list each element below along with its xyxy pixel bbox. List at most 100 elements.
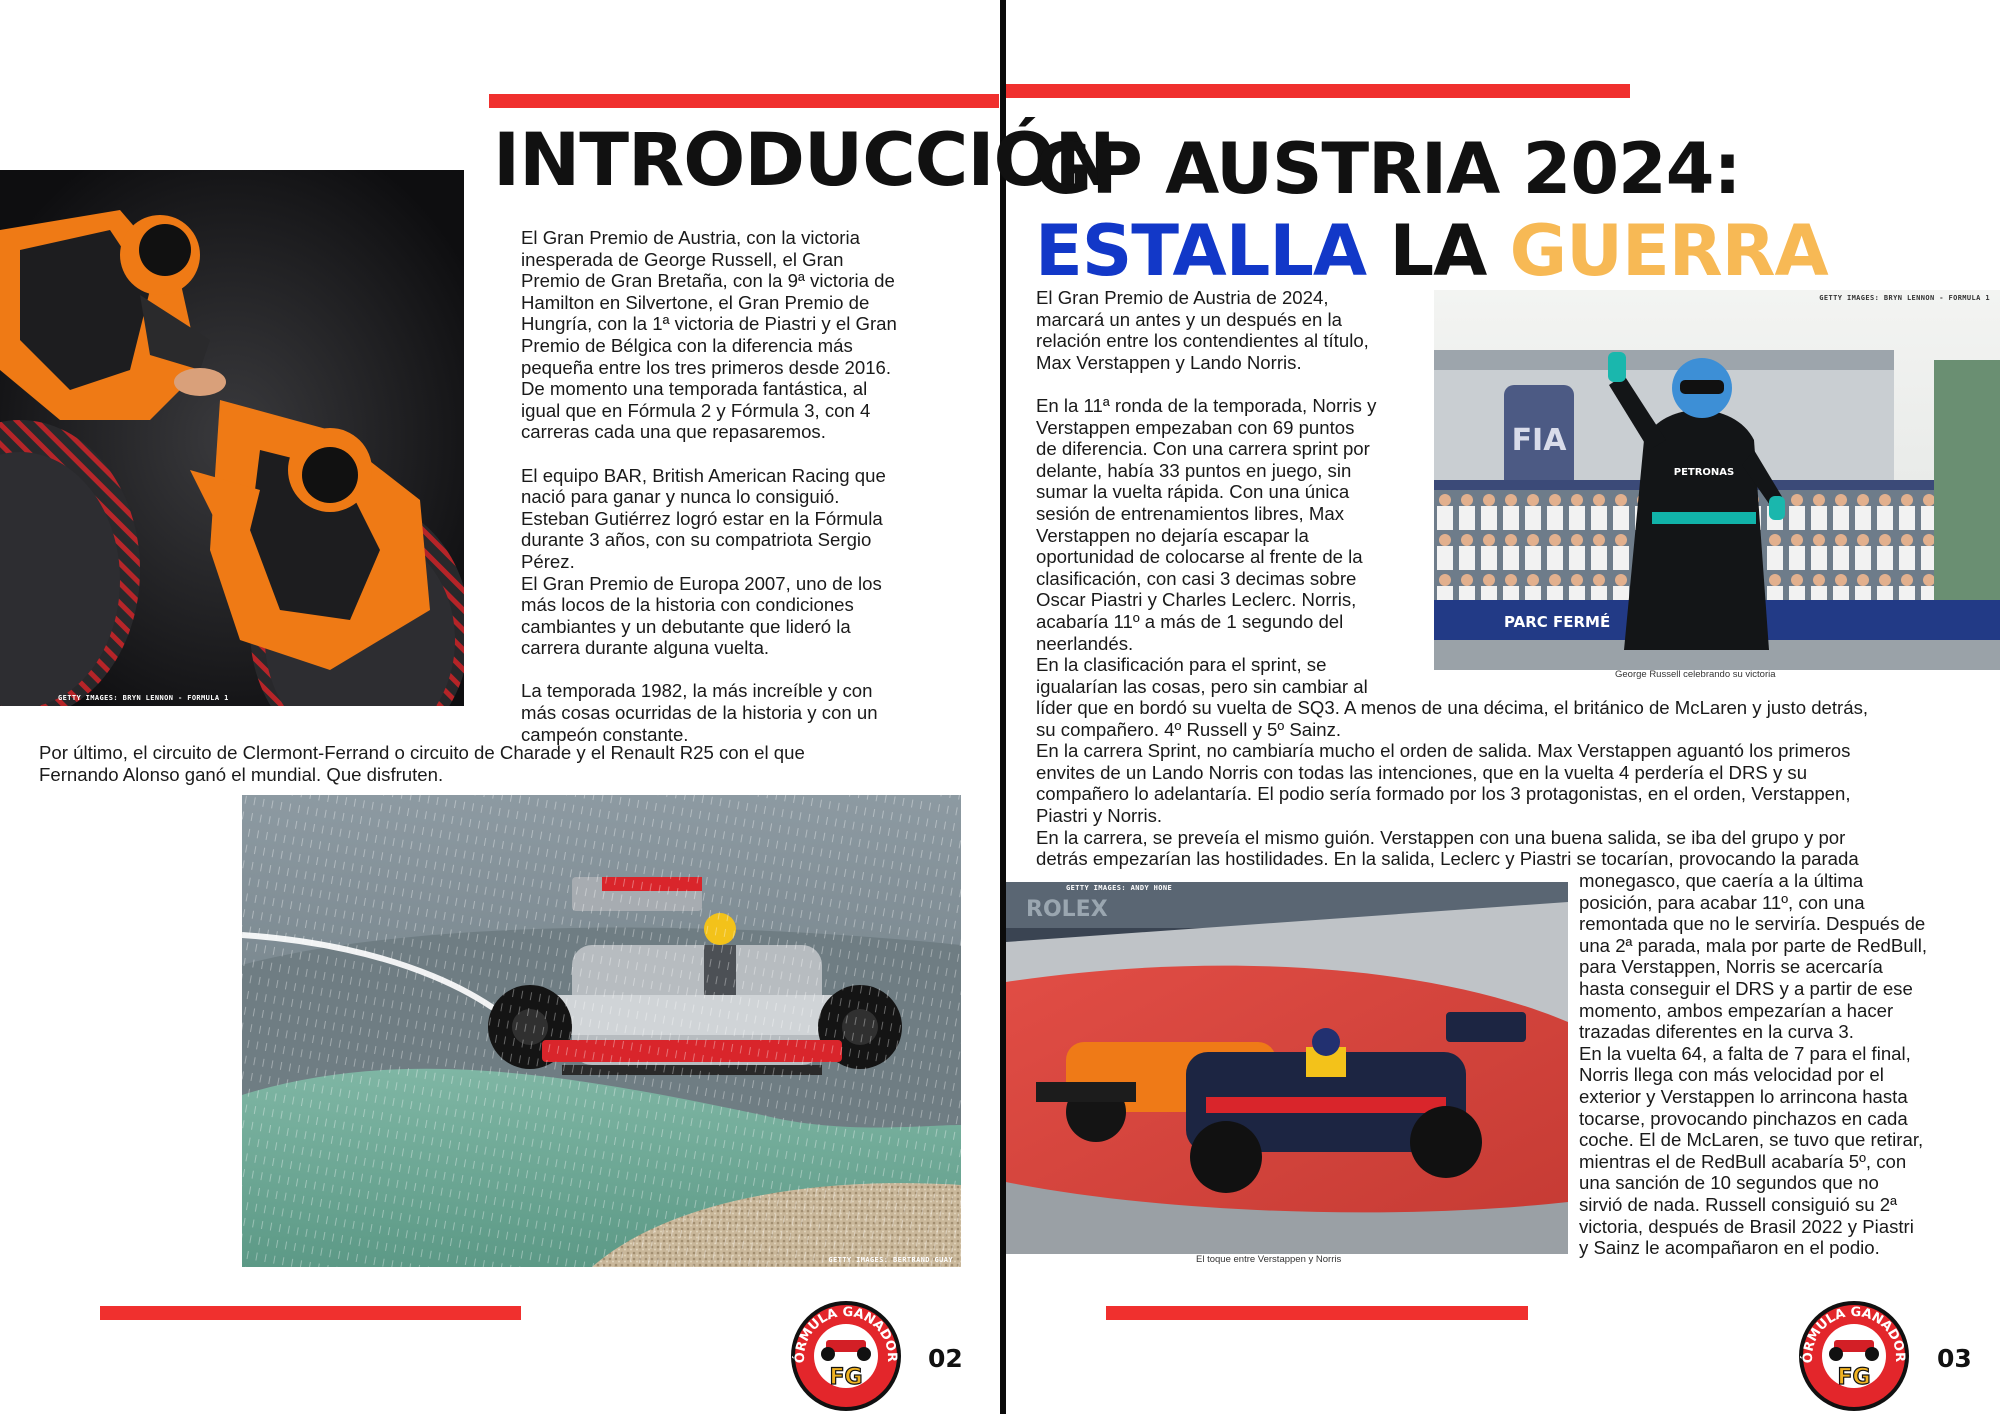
text-line: hasta conseguir el DRS y a partir de ese [1579,977,1913,999]
text-line: En la clasificación para el sprint, se [1036,654,1327,676]
text-line: exterior y Verstappen lo arrincona hasta [1579,1085,1908,1107]
subtitle-word-estalla: ESTALLA [1035,210,1367,292]
text-line: En la carrera Sprint, no cambiaría mucho… [1036,740,1851,762]
text-line: En la 11ª ronda de la temporada, Norris … [1036,394,1377,416]
text-line: En la vuelta 64, a falta de 7 para el fi… [1579,1042,1911,1064]
text-line: Hungría, con la 1ª victoria de Piastri y… [521,313,897,335]
page-title-left: INTRODUCCIÓN [493,118,1116,203]
photo-credit: GETTY IMAGES: BERTRAND GUAY [828,1256,953,1264]
text-line: El Gran Premio de Austria de 2024, [1036,287,1329,308]
article-text-column: El Gran Premio de Austria de 2024, marca… [1036,287,1436,697]
text-line: Premio de Bélgica con la diferencia más [521,334,853,356]
text-line: oportunidad de colocarse al frente de la [1036,546,1363,568]
title-accent-bar-right [1006,84,1630,98]
photo-verstappen-norris-crash: ROLEX GETTY IMAGES: ANDY HONE [1006,882,1568,1254]
photo-credit: GETTY IMAGES: BRYN LENNON - FORMULA 1 [1819,294,1990,302]
text-line: trazadas diferentes en la curva 3. [1579,1021,1854,1043]
petronas-logo-text: PETRONAS [1674,467,1735,478]
text-line: coche. El de McLaren, se tuvo que retira… [1579,1129,1924,1151]
text-line: una 2ª parada, mala por parte de RedBull… [1579,934,1927,956]
text-line: compañero lo adelantaría. El podio sería… [1036,783,1851,805]
photo-caption-crash: El toque entre Verstappen y Norris [1196,1254,1342,1265]
photo-russell-celebrating: FIA PARC FERMÉ PETRONAS GETTY IMAGES: BR… [1434,290,2000,670]
text-line: una sanción de 10 segundos que no [1579,1172,1879,1194]
text-line: Piastri y Norris. [1036,804,1163,826]
text-line: relación entre los contendientes al títu… [1036,330,1369,352]
text-line: Esteban Gutiérrez logró estar en la Fórm… [521,507,883,529]
text-line: carrera durante alguna vuelta. [521,637,770,659]
text-line: más locos de la historia con condiciones [521,594,854,616]
page-subtitle-right: ESTALLA LA GUERRA [1035,210,1829,292]
page-title-right: GP AUSTRIA 2024: [1035,128,1741,210]
text-line: acabaría 11º a más de 1 segundo del [1036,610,1344,632]
text-line: posición, para acabar 11º, con una [1579,891,1865,913]
svg-text:ROLEX: ROLEX [1026,897,1108,922]
text-line: Max Verstappen y Lando Norris. [1036,351,1302,373]
text-line: igualarían las cosas, pero sin cambiar a… [1036,675,1368,697]
text-line: sirvió de nada. Russell consiguió su 2ª [1579,1193,1897,1215]
text-line: mientras el de RedBull acabaría 5º, con [1579,1150,1907,1172]
formula-ganadora-logo-right: FÓRMULA GANADORA FG [1793,1289,1910,1412]
svg-text:FIA: FIA [1512,423,1568,458]
text-line: para Verstappen, Norris se acercaría [1579,956,1883,978]
text-line: su compañero. 4º Russell y 5º Sainz. [1036,718,1342,740]
text-line: Hamilton en Silvertone, el Gran Premio d… [521,291,870,313]
text-line: de diferencia. Con una carrera sprint po… [1036,438,1370,460]
text-line: El Gran Premio de Austria, con la victor… [521,227,860,248]
page-number-right: 03 [1937,1344,1972,1373]
photo-mclaren-rain: GETTY IMAGES: BERTRAND GUAY [242,795,961,1267]
photo-caption-russell: George Russell celebrando su victoria [1615,669,1776,680]
photo-credit: GETTY IMAGES: ANDY HONE [1066,884,1173,892]
text-line: El Gran Premio de Europa 2007, uno de lo… [521,572,882,594]
text-line: Por último, el circuito de Clermont-Ferr… [39,742,805,763]
subtitle-word-la: LA [1389,210,1487,292]
text-line: detrás empezarían las hostilidades. En l… [1036,848,1859,870]
text-line: clasificación, con casi 3 decimas sobre [1036,567,1357,589]
text-line: De momento una temporada fantástica, al [521,378,868,400]
text-line: Verstappen empezaban con 69 puntos [1036,416,1355,438]
logo-initials: FG [829,1365,862,1390]
text-line: durante 3 años, con su compatriota Sergi… [521,529,872,551]
article-text-side: monegasco, que caería a la última posici… [1579,870,1999,1259]
photo-credit: GETTY IMAGES: BRYN LENNON - FORMULA 1 [58,694,229,702]
text-line: Fernando Alonso ganó el mundial. Que dis… [39,763,444,785]
text-line: carreras cada una que repasaremos. [521,421,826,443]
title-accent-bar-left [489,94,999,108]
text-line: líder que en bordó su vuelta de SQ3. A m… [1036,697,1869,718]
text-line: más cosas ocurridas de la historia y con… [521,702,878,724]
text-line: cambiantes y un debutante que lideró la [521,615,851,637]
text-line: envites de un Lando Norris con todas las… [1036,761,1808,783]
text-line: marcará un antes y un después en la [1036,308,1342,330]
logo-initials: FG [1837,1365,1870,1390]
footer-accent-bar-left [100,1306,521,1320]
text-line: Pérez. [521,550,575,572]
text-line: neerlandés. [1036,632,1134,654]
page-number-left: 02 [928,1344,963,1373]
text-line: Norris llega con más velocidad por el [1579,1064,1884,1086]
intro-text-column: El Gran Premio de Austria, con la victor… [521,227,991,745]
text-line: Premio de Gran Bretaña, con la 9ª victor… [521,270,895,292]
text-line: En la carrera, se preveía el mismo guión… [1036,826,1846,848]
text-line: sesión de entrenamientos libres, Max [1036,502,1344,524]
text-line: nació para ganar y nunca lo consiguió. [521,486,840,508]
intro-closing-paragraph: Por último, el circuito de Clermont-Ferr… [39,742,989,785]
text-line: monegasco, que caería a la última [1579,870,1864,891]
text-line: delante, había 33 puntos en juego, sin [1036,459,1352,481]
footer-accent-bar-right [1106,1306,1528,1320]
formula-ganadora-logo-left: FÓRMULA GANADORA FG [785,1289,902,1412]
parc-ferme-sign: PARC FERMÉ [1504,612,1610,631]
text-line: igual que en Fórmula 2 y Fórmula 3, con … [521,399,871,421]
text-line: pequeña entre los tres primeros desde 20… [521,356,892,378]
text-line: Oscar Piastri y Charles Leclerc. Norris, [1036,589,1357,611]
text-line: inesperada de George Russell, el Gran [521,248,844,270]
article-text-wide: líder que en bordó su vuelta de SQ3. A m… [1036,697,1996,870]
text-line: momento, ambos empezarían a hacer [1579,999,1894,1021]
text-line: victoria, después de Brasil 2022 y Piast… [1579,1215,1914,1237]
text-line: remontada que no le serviría. Después de [1579,913,1926,935]
text-line: y Sainz le acompañaron en el podio. [1579,1237,1880,1259]
text-line: sumar la vuelta rápida. Con una única [1036,481,1350,503]
text-line: Verstappen no dejaría escapar la [1036,524,1309,546]
subtitle-word-guerra: GUERRA [1509,210,1829,292]
photo-mclaren-handshake: GETTY IMAGES: BRYN LENNON - FORMULA 1 [0,170,464,706]
text-line: tocarse, provocando pinchazos en cada [1579,1107,1908,1129]
